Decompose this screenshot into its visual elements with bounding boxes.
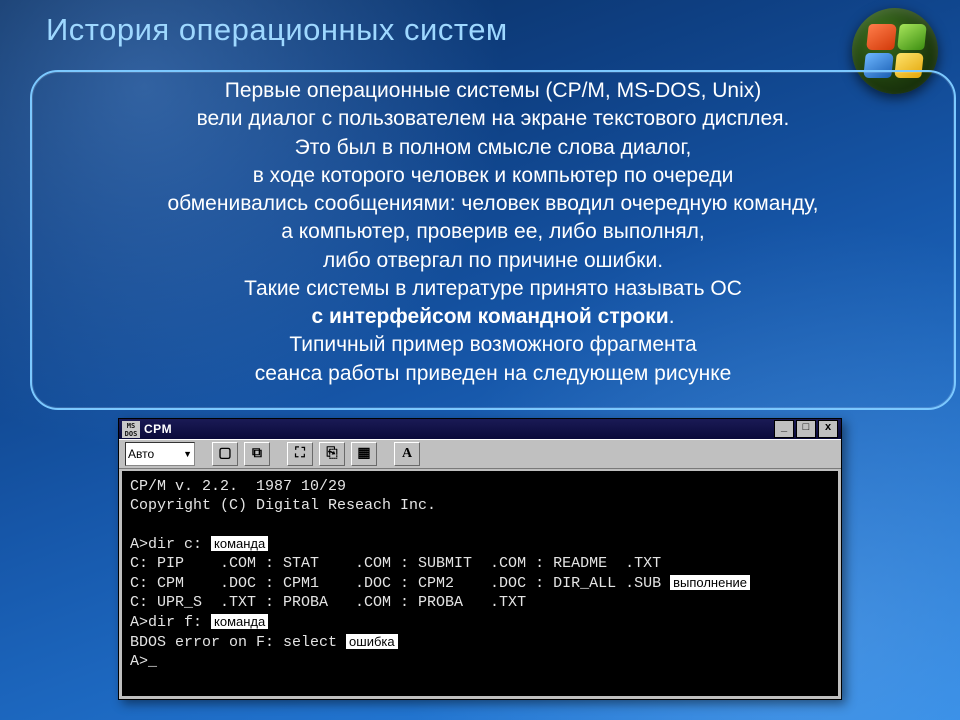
titlebar: MS DOS CPM _ □ x (119, 419, 841, 439)
terminal-window: MS DOS CPM _ □ x Авто▼ ▢ ⧉ ⛶ ⎘ ▦ A CP/M … (118, 418, 842, 700)
window-title: CPM (144, 422, 774, 436)
body-line: Типичный пример возможного фрагмента (44, 332, 942, 358)
maximize-button[interactable]: □ (796, 420, 816, 438)
body-line: в ходе которого человек и компьютер по о… (44, 163, 942, 189)
chevron-down-icon: ▼ (183, 449, 192, 459)
toolbar: Авто▼ ▢ ⧉ ⛶ ⎘ ▦ A (119, 439, 841, 469)
annotation-command: команда (211, 614, 268, 629)
body-line: Это был в полном смысле слова диалог, (44, 135, 942, 161)
body-line: Первые операционные системы (CP/M, MS-DO… (44, 78, 942, 104)
body-line: а компьютер, проверив ее, либо выполнял, (44, 219, 942, 245)
body-line: сеанса работы приведен на следующем рису… (44, 361, 942, 387)
toolbar-button[interactable]: ▢ (212, 442, 238, 466)
body-emphasis: с интерфейсом командной строки (311, 305, 668, 328)
body-line: с интерфейсом командной строки. (44, 304, 942, 330)
content-box: Первые операционные системы (CP/M, MS-DO… (30, 70, 956, 410)
slide-title: История операционных систем (46, 12, 508, 48)
toolbar-button[interactable]: ⎘ (319, 442, 345, 466)
body-line: обменивались сообщениями: человек вводил… (44, 191, 942, 217)
toolbar-button[interactable]: ⧉ (244, 442, 270, 466)
annotation-error: ошибка (346, 634, 398, 649)
body-line: Такие системы в литературе принято назыв… (44, 276, 942, 302)
close-button[interactable]: x (818, 420, 838, 438)
annotation-execution: выполнение (670, 575, 750, 590)
msdos-icon: MS DOS (122, 421, 140, 438)
console-output: CP/M v. 2.2. 1987 10/29 Copyright (C) Di… (122, 471, 838, 696)
minimize-button[interactable]: _ (774, 420, 794, 438)
body-line: либо отвергал по причине ошибки. (44, 248, 942, 274)
toolbar-button[interactable]: ⛶ (287, 442, 313, 466)
font-size-combo[interactable]: Авто▼ (125, 442, 195, 466)
annotation-command: команда (211, 536, 268, 551)
toolbar-button-font[interactable]: A (394, 442, 420, 466)
toolbar-button[interactable]: ▦ (351, 442, 377, 466)
body-line: вели диалог с пользователем на экране те… (44, 106, 942, 132)
slide: История операционных систем Первые опера… (0, 0, 960, 720)
